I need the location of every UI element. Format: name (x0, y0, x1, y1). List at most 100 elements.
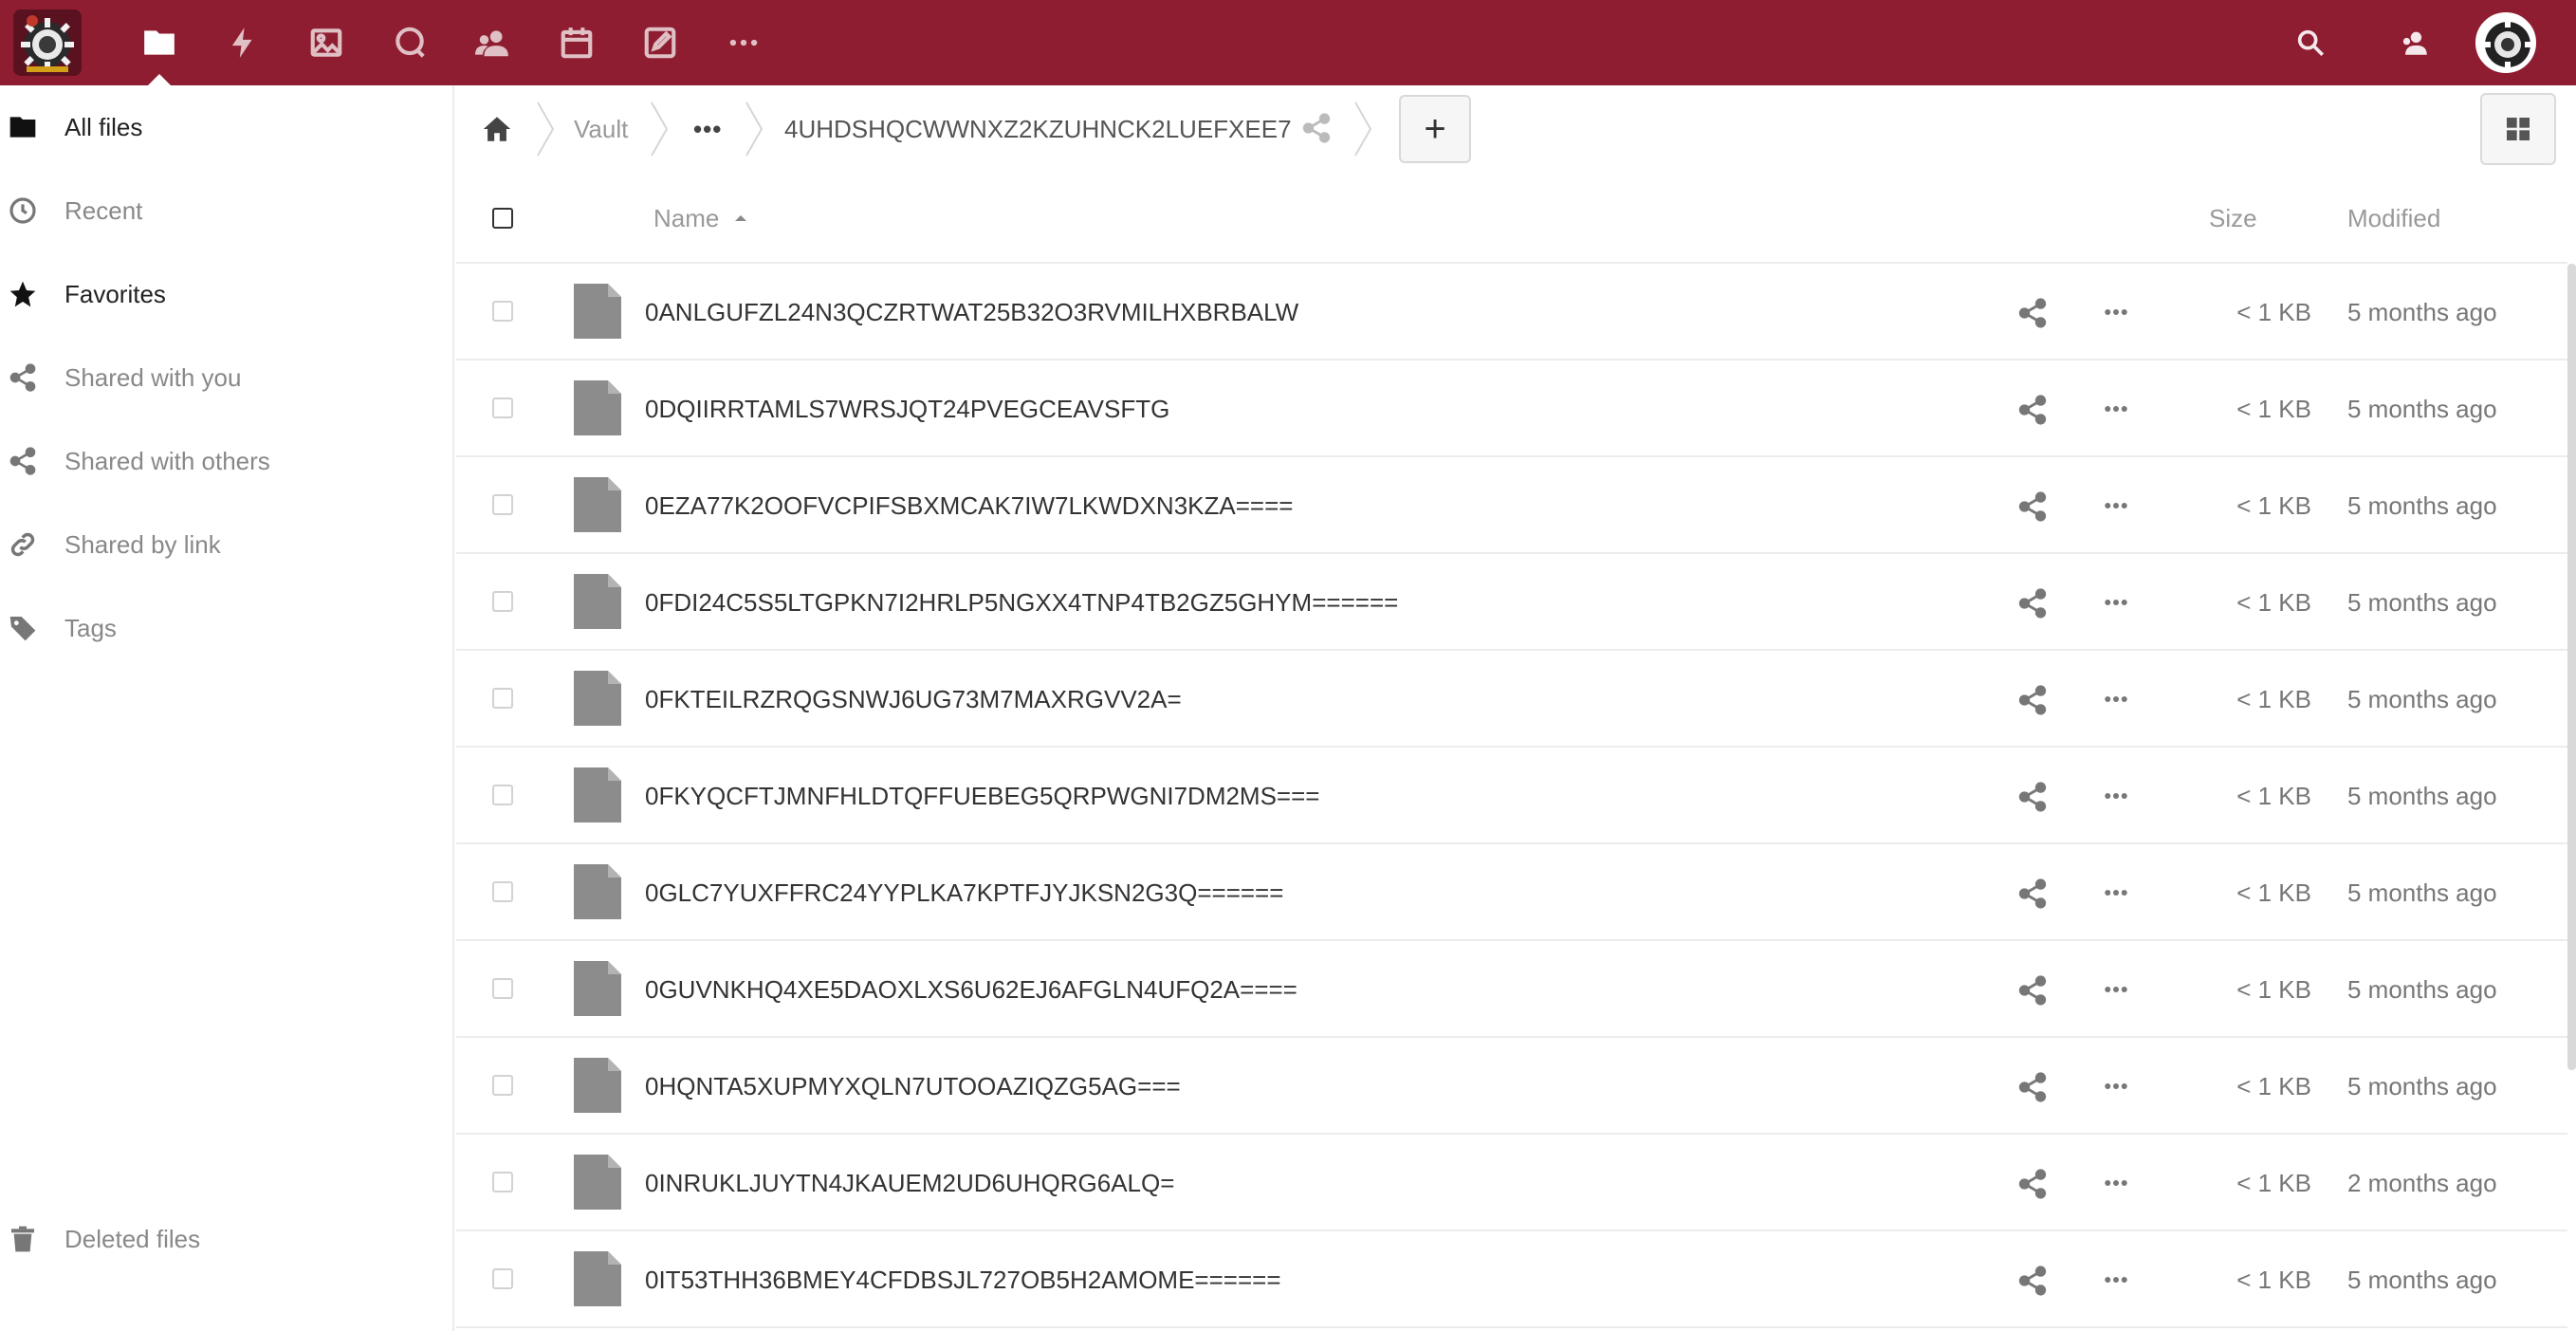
avatar[interactable] (2475, 12, 2536, 73)
contacts-menu-icon (2402, 31, 2427, 55)
row-checkbox[interactable] (492, 301, 513, 322)
sidebar-item-shared-with-you[interactable]: Shared with you (0, 336, 454, 419)
table-row[interactable]: 0IT53THH36BMEY4CFDBSJL727OB5H2AMOME=====… (456, 1231, 2567, 1328)
table-row[interactable]: 0EZA77K2OOFVCPIFSBXMCAK7IW7LKWDXN3KZA===… (456, 457, 2567, 554)
breadcrumb-separator (1354, 102, 1372, 157)
unified-search-button[interactable] (2269, 0, 2352, 85)
notes-app-icon[interactable] (618, 0, 702, 85)
sidebar-item-shared-with-others[interactable]: Shared with others (0, 419, 454, 503)
files-app-icon[interactable] (118, 0, 201, 85)
more-actions-icon[interactable] (2100, 1169, 2132, 1197)
more-actions-icon[interactable] (2100, 975, 2132, 1004)
share-icon[interactable] (2016, 1265, 2049, 1297)
file-name[interactable]: 0EZA77K2OOFVCPIFSBXMCAK7IW7LKWDXN3KZA===… (645, 457, 1293, 554)
share-icon[interactable] (2016, 490, 2049, 523)
file-name[interactable]: 0FKYQCFTJMNFHLDTQFFUEBEG5QRPWGNI7DM2MS==… (645, 748, 1319, 844)
table-row[interactable]: 0INRUKLJUYTN4JKAUEM2UD6UHQRG6ALQ= < 1 KB… (456, 1135, 2567, 1231)
share-icon[interactable] (2016, 587, 2049, 619)
sidebar-item-label: Shared with you (64, 362, 242, 392)
file-icon (574, 1155, 621, 1210)
more-apps-button[interactable] (702, 0, 785, 85)
breadcrumb-home[interactable] (481, 85, 513, 173)
file-name[interactable]: 0DQIIRRTAMLS7WRSJQT24PVEGCEAVSFTG (645, 360, 1169, 457)
table-row[interactable]: 0GUVNKHQ4XE5DAOXLXS6U62EJ6AFGLN4UFQ2A===… (456, 941, 2567, 1038)
breadcrumb-overflow-menu[interactable]: ••• (693, 85, 722, 173)
more-actions-icon[interactable] (2100, 298, 2132, 326)
select-all-checkbox[interactable] (492, 208, 513, 229)
toggle-grid-view-button[interactable] (2480, 93, 2556, 165)
tag-icon (9, 617, 36, 641)
file-name[interactable]: 0FKTEILRZRQGSNWJ6UG73M7MAXRGVV2A= (645, 651, 1182, 748)
file-name[interactable]: 0INRUKLJUYTN4JKAUEM2UD6UHQRG6ALQ= (645, 1135, 1174, 1231)
row-checkbox[interactable] (492, 785, 513, 805)
table-row[interactable]: 0FKTEILRZRQGSNWJ6UG73M7MAXRGVV2A= < 1 KB… (456, 651, 2567, 748)
file-name[interactable]: 0IT53THH36BMEY4CFDBSJL727OB5H2AMOME=====… (645, 1231, 1281, 1328)
row-checkbox[interactable] (492, 688, 513, 709)
share-icon[interactable] (2016, 1168, 2049, 1200)
row-checkbox[interactable] (492, 397, 513, 418)
row-checkbox[interactable] (492, 1268, 513, 1289)
table-row[interactable]: 0FDI24C5S5LTGPKN7I2HRLP5NGXX4TNP4TB2GZ5G… (456, 554, 2567, 651)
sidebar-item-recent[interactable]: Recent (0, 169, 454, 252)
table-row[interactable]: 0FKYQCFTJMNFHLDTQFFUEBEG5QRPWGNI7DM2MS==… (456, 748, 2567, 844)
table-row[interactable]: 0HQNTA5XUPMYXQLN7UTOOAZIQZG5AG=== < 1 KB… (456, 1038, 2567, 1135)
instance-logo[interactable] (13, 9, 82, 76)
share-icon[interactable] (2016, 878, 2049, 910)
calendar-app-icon[interactable] (535, 0, 618, 85)
row-checkbox[interactable] (492, 494, 513, 515)
file-name[interactable]: 0GLC7YUXFFRC24YYPLKA7KPTFJYJKSN2G3Q=====… (645, 844, 1283, 941)
contacts-app-icon[interactable] (451, 0, 535, 85)
row-checkbox[interactable] (492, 978, 513, 999)
share-icon[interactable] (2016, 297, 2049, 329)
more-actions-icon[interactable] (2100, 782, 2132, 810)
contacts-menu-button[interactable] (2373, 0, 2456, 85)
file-name[interactable]: 0HQNTA5XUPMYXQLN7UTOOAZIQZG5AG=== (645, 1038, 1181, 1135)
more-actions-icon[interactable] (2100, 588, 2132, 617)
talk-app-icon[interactable] (368, 0, 451, 85)
file-name[interactable]: 0FDI24C5S5LTGPKN7I2HRLP5NGXX4TNP4TB2GZ5G… (645, 554, 1398, 651)
share-icon[interactable] (2016, 684, 2049, 716)
sidebar-item-favorites[interactable]: Favorites (0, 252, 454, 336)
table-row[interactable]: 0ANLGUFZL24N3QCZRTWAT25B32O3RVMILHXBRBAL… (456, 264, 2567, 360)
share-icon[interactable] (1300, 112, 1333, 144)
file-modified: 2 months ago (2347, 1168, 2497, 1197)
sidebar-item-tags[interactable]: Tags (0, 586, 454, 670)
breadcrumb-item-vault[interactable]: Vault (574, 85, 628, 173)
row-checkbox[interactable] (492, 881, 513, 902)
column-header-name[interactable]: Name (653, 173, 749, 264)
more-actions-icon[interactable] (2100, 395, 2132, 423)
sidebar-item-label: Shared by link (64, 529, 221, 559)
breadcrumb-current-folder[interactable]: 4UHDSHQCWWNXZ2KZUHNCK2LUEFXEE7 (784, 85, 1292, 173)
more-actions-icon[interactable] (2100, 1266, 2132, 1294)
sidebar-item-all-files[interactable]: All files (0, 85, 454, 169)
row-checkbox[interactable] (492, 1172, 513, 1192)
scrollbar[interactable] (2567, 264, 2576, 1070)
column-header-size[interactable]: Size (2209, 173, 2257, 264)
more-actions-icon[interactable] (2100, 878, 2132, 907)
star-icon (9, 281, 36, 307)
more-actions-icon[interactable] (2100, 491, 2132, 520)
share-icon[interactable] (2016, 974, 2049, 1007)
activity-app-icon[interactable] (201, 0, 285, 85)
file-name[interactable]: 0ANLGUFZL24N3QCZRTWAT25B32O3RVMILHXBRBAL… (645, 264, 1298, 360)
row-checkbox[interactable] (492, 591, 513, 612)
table-row[interactable]: 0GLC7YUXFFRC24YYPLKA7KPTFJYJKSN2G3Q=====… (456, 844, 2567, 941)
file-modified: 5 months ago (2347, 490, 2497, 520)
column-header-modified[interactable]: Modified (2347, 173, 2440, 264)
sidebar-item-label: Deleted files (64, 1224, 201, 1253)
new-file-button[interactable]: + (1399, 95, 1471, 163)
file-size: < 1 KB (2236, 684, 2311, 713)
share-icon[interactable] (2016, 1071, 2049, 1103)
share-icon[interactable] (2016, 394, 2049, 426)
more-actions-icon[interactable] (2100, 685, 2132, 713)
photos-app-icon[interactable] (285, 0, 368, 85)
sidebar-item-deleted-files[interactable]: Deleted files (0, 1197, 454, 1281)
app-header (0, 0, 2576, 85)
more-actions-icon[interactable] (2100, 1072, 2132, 1100)
sidebar-item-shared-by-link[interactable]: Shared by link (0, 503, 454, 586)
lightning-icon (231, 28, 252, 58)
file-name[interactable]: 0GUVNKHQ4XE5DAOXLXS6U62EJ6AFGLN4UFQ2A===… (645, 941, 1297, 1038)
row-checkbox[interactable] (492, 1075, 513, 1096)
table-row[interactable]: 0DQIIRRTAMLS7WRSJQT24PVEGCEAVSFTG < 1 KB… (456, 360, 2567, 457)
share-icon[interactable] (2016, 781, 2049, 813)
